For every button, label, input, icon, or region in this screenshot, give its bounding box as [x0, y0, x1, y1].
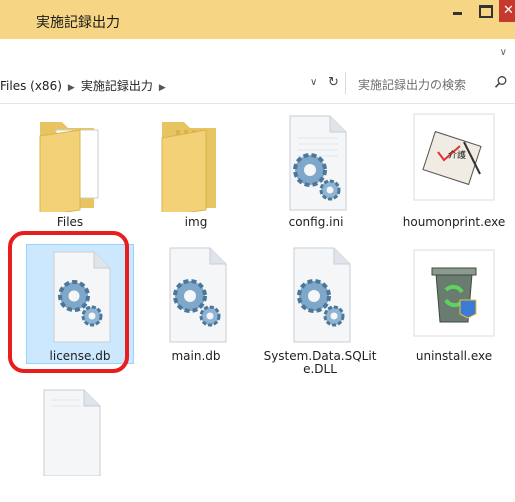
breadcrumb[interactable]: Files (x86) ▶ 実施記録出力 ▶	[0, 77, 172, 94]
minimize-icon	[453, 12, 462, 15]
title-bar[interactable]: 実施記録出力 ✕	[0, 0, 515, 39]
address-dropdown-icon[interactable]: ∨	[310, 77, 317, 88]
address-bar[interactable]: Files (x86) ▶ 実施記録出力 ▶ ∨ ↻ 実施記録出力の検索	[0, 67, 515, 104]
breadcrumb-segment[interactable]: 実施記録出力	[81, 79, 153, 93]
breadcrumb-chevron-icon[interactable]: ▶	[153, 83, 172, 93]
file-item[interactable]: Files	[12, 112, 128, 238]
maximize-icon	[479, 5, 493, 18]
svg-text:介護: 介護	[448, 149, 466, 161]
close-icon: ✕	[503, 3, 514, 18]
settings-file-icon	[289, 115, 347, 211]
settings-file-icon	[293, 247, 351, 343]
settings-file-icon	[169, 247, 227, 343]
breadcrumb-segment[interactable]: Files (x86)	[0, 79, 62, 93]
file-item[interactable]	[12, 376, 128, 502]
annotation-highlight-frame	[8, 231, 129, 373]
file-item[interactable]: uninstall.exe	[396, 244, 512, 370]
window-title: 実施記録出力	[36, 15, 120, 31]
refresh-icon[interactable]: ↻	[328, 75, 339, 90]
file-name: img	[184, 215, 208, 229]
file-item[interactable]: config.ini	[258, 112, 374, 238]
file-name: System.Data.SQLite.DLL	[263, 349, 377, 376]
recycle-exe-icon	[413, 249, 495, 337]
file-item[interactable]: System.Data.SQLite.DLL	[262, 244, 378, 376]
breadcrumb-chevron-icon[interactable]: ▶	[62, 83, 81, 93]
folder-icon	[39, 122, 99, 212]
ribbon: ∨	[0, 39, 515, 67]
ribbon-expand-icon[interactable]: ∨	[500, 47, 507, 58]
close-button[interactable]: ✕	[499, 0, 515, 22]
maximize-button[interactable]	[471, 0, 499, 22]
app-exe-icon: 介護	[413, 113, 495, 201]
search-box[interactable]: 実施記録出力の検索	[345, 72, 510, 94]
file-item[interactable]: img	[138, 112, 254, 238]
file-item[interactable]: main.db	[138, 244, 254, 370]
folder-icon	[161, 122, 216, 212]
file-name: Files	[56, 215, 84, 229]
file-name: main.db	[171, 349, 221, 363]
file-name: config.ini	[288, 215, 344, 229]
file-name: uninstall.exe	[415, 349, 493, 363]
search-icon[interactable]	[494, 75, 508, 89]
minimize-button[interactable]	[443, 0, 471, 22]
file-item[interactable]: 介護 houmonprint.exe	[396, 112, 512, 238]
file-name: houmonprint.exe	[402, 215, 506, 229]
blank-file-icon	[43, 389, 101, 476]
search-input[interactable]: 実施記録出力の検索	[358, 76, 466, 93]
